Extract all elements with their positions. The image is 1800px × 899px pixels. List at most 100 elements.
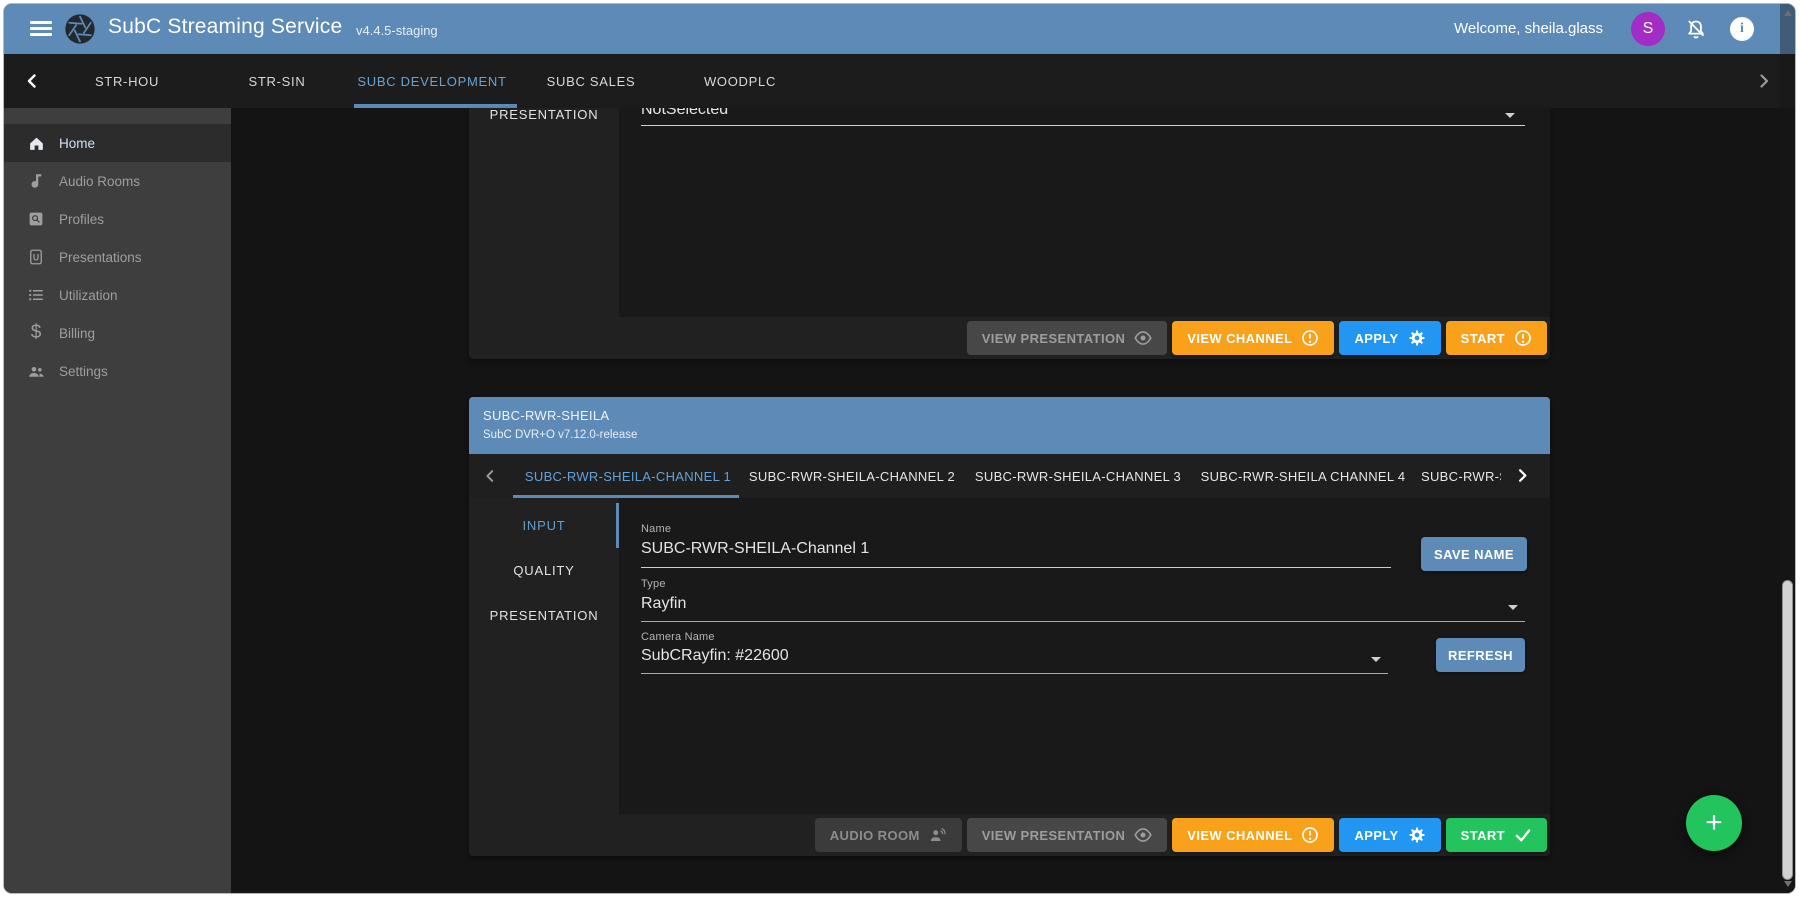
document-clip-icon — [26, 247, 46, 267]
org-tab-str-hou[interactable]: STR-HOU — [95, 54, 159, 108]
caret-down-icon[interactable] — [1505, 113, 1515, 118]
name-input-underline — [641, 567, 1391, 568]
name-field-label: Name — [641, 523, 671, 535]
sidebar-item-label: Utilization — [59, 288, 118, 303]
info-icon[interactable]: i — [1730, 17, 1754, 41]
sidebar-item-audio-rooms[interactable]: Audio Rooms — [4, 162, 231, 200]
sidebar-item-settings[interactable]: Settings — [4, 352, 231, 390]
sidebar-item-label: Billing — [59, 326, 95, 341]
type-select-underline — [641, 621, 1525, 622]
music-note-icon — [26, 171, 46, 191]
select-underline — [641, 125, 1525, 126]
chevron-left-icon[interactable] — [483, 469, 497, 483]
voice-over-icon — [929, 826, 947, 844]
side-tab-presentation[interactable]: PRESENTATION — [469, 593, 619, 638]
home-icon — [26, 133, 46, 153]
camera-name-select[interactable]: SubCRayfin: #22600 — [641, 647, 789, 665]
channel-tab-4[interactable]: SUBC-RWR-SHEILA CHANNEL 4 — [1201, 454, 1406, 498]
presentation-select[interactable]: NotSelected — [641, 108, 728, 119]
gear-icon — [1408, 329, 1426, 347]
type-select[interactable]: Rayfin — [641, 595, 686, 613]
app-title: SubC Streaming Service — [108, 15, 342, 39]
check-icon — [1514, 826, 1532, 844]
error-icon — [1301, 329, 1319, 347]
channel-tab-1[interactable]: SUBC-RWR-SHEILA-CHANNEL 1 — [525, 454, 731, 498]
add-fab-button[interactable]: + — [1686, 795, 1742, 851]
sidebar-item-label: Presentations — [59, 250, 142, 265]
hamburger-menu-icon[interactable] — [30, 21, 52, 37]
sidebar-item-utilization[interactable]: Utilization — [4, 276, 231, 314]
side-tab-active-indicator — [616, 503, 619, 548]
channel-card-partial: PRESENTATION NotSelected VIEW PRESENTATI… — [469, 108, 1550, 359]
app-version: v4.4.5-staging — [356, 23, 438, 38]
view-presentation-button[interactable]: VIEW PRESENTATION — [967, 321, 1168, 355]
caret-down-icon[interactable] — [1371, 657, 1381, 662]
view-channel-button[interactable]: VIEW CHANNEL — [1172, 818, 1334, 852]
device-card-header: SUBC-RWR-SHEILA SubC DVR+O v7.12.0-relea… — [469, 397, 1550, 454]
notifications-off-icon[interactable] — [1684, 17, 1708, 41]
camera-select-underline — [641, 673, 1388, 674]
type-field-label: Type — [641, 578, 666, 590]
sidebar: Home Audio Rooms Profiles — [4, 108, 231, 893]
chevron-right-icon[interactable] — [1756, 73, 1772, 89]
welcome-text: Welcome, sheila.glass — [1454, 20, 1603, 37]
eye-icon — [1134, 826, 1152, 844]
plus-icon: + — [1705, 806, 1723, 840]
device-subtitle: SubC DVR+O v7.12.0-release — [483, 429, 637, 441]
sidebar-item-billing[interactable]: $ Billing — [4, 314, 231, 352]
chevron-right-icon[interactable] — [1515, 468, 1530, 483]
org-tabs-bar: STR-HOU STR-SIN SUBC DEVELOPMENT SUBC SA… — [4, 54, 1795, 108]
scrollbar — [1780, 4, 1795, 893]
org-tab-woodplc[interactable]: WOODPLC — [704, 54, 776, 108]
sidebar-item-label: Settings — [59, 364, 108, 379]
org-tab-subc-sales[interactable]: SUBC SALES — [547, 54, 636, 108]
audio-room-button[interactable]: AUDIO ROOM — [815, 818, 962, 852]
aperture-logo-icon — [64, 13, 96, 45]
side-tab-input[interactable]: INPUT — [469, 503, 619, 548]
scroll-up-arrow-icon[interactable] — [1784, 10, 1792, 16]
sidebar-item-presentations[interactable]: Presentations — [4, 238, 231, 276]
sidebar-item-label: Home — [59, 136, 95, 151]
view-presentation-button[interactable]: VIEW PRESENTATION — [967, 818, 1168, 852]
top-card-actions: VIEW PRESENTATION VIEW CHANNEL — [967, 321, 1547, 355]
start-button[interactable]: START — [1446, 818, 1547, 852]
content-area: PRESENTATION NotSelected VIEW PRESENTATI… — [231, 108, 1795, 893]
sidebar-item-label: Audio Rooms — [59, 174, 140, 189]
channel-tab-5[interactable]: SUBC-RWR-S — [1421, 454, 1501, 498]
channel-tab-3[interactable]: SUBC-RWR-SHEILA-CHANNEL 3 — [975, 454, 1181, 498]
camera-name-field-label: Camera Name — [641, 631, 715, 643]
avatar[interactable]: S — [1631, 12, 1665, 46]
screen: SubC Streaming Service v4.4.5-staging We… — [0, 0, 1800, 899]
side-tab-quality[interactable]: QUALITY — [469, 548, 619, 593]
sidebar-item-profiles[interactable]: Profiles — [4, 200, 231, 238]
app-bar: SubC Streaming Service v4.4.5-staging We… — [4, 4, 1795, 54]
error-icon — [1301, 826, 1319, 844]
sidebar-item-home[interactable]: Home — [4, 124, 231, 162]
view-channel-button[interactable]: VIEW CHANNEL — [1172, 321, 1334, 355]
scroll-down-arrow-icon[interactable] — [1784, 881, 1792, 887]
org-tab-str-sin[interactable]: STR-SIN — [249, 54, 306, 108]
main-area: Home Audio Rooms Profiles — [4, 108, 1795, 893]
name-input[interactable]: SUBC-RWR-SHEILA-Channel 1 — [641, 540, 869, 558]
image-search-icon — [26, 209, 46, 229]
chevron-left-icon[interactable] — [24, 73, 40, 89]
apply-button[interactable]: APPLY — [1339, 818, 1440, 852]
caret-down-icon[interactable] — [1508, 605, 1518, 610]
refresh-button[interactable]: REFRESH — [1436, 638, 1525, 672]
org-tab-subc-development[interactable]: SUBC DEVELOPMENT — [357, 54, 506, 108]
app-window: SubC Streaming Service v4.4.5-staging We… — [3, 3, 1796, 894]
error-icon — [1514, 329, 1532, 347]
save-name-button[interactable]: SAVE NAME — [1421, 537, 1527, 571]
apply-button[interactable]: APPLY — [1339, 321, 1440, 355]
eye-icon — [1134, 329, 1152, 347]
dollar-icon: $ — [26, 323, 46, 343]
scrollbar-thumb[interactable] — [1782, 580, 1793, 880]
channel-tab-2[interactable]: SUBC-RWR-SHEILA-CHANNEL 2 — [749, 454, 955, 498]
presentation-panel — [619, 108, 1550, 317]
side-tab-presentation[interactable]: PRESENTATION — [469, 108, 619, 129]
device-card-actions: AUDIO ROOM VIEW PRESENTATION — [815, 818, 1547, 852]
gear-icon — [1408, 826, 1426, 844]
start-button[interactable]: START — [1446, 321, 1547, 355]
channel-tabs: SUBC-RWR-SHEILA-CHANNEL 1 SUBC-RWR-SHEIL… — [469, 454, 1550, 498]
people-icon — [26, 361, 46, 381]
